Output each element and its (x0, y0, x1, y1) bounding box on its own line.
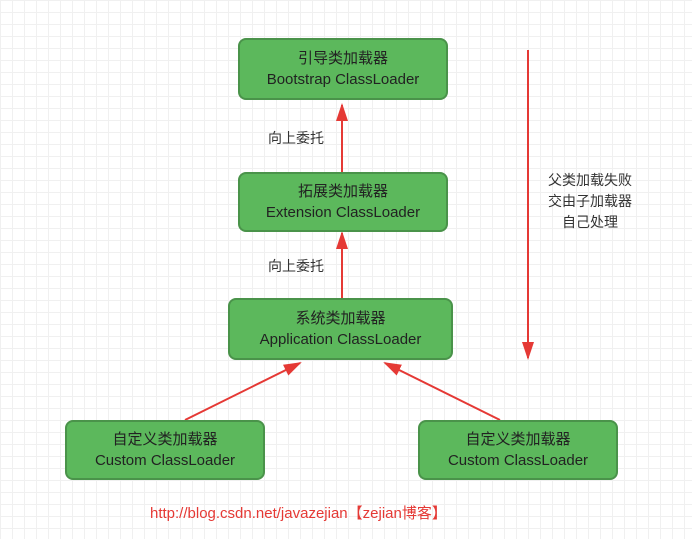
footer-blog: 【zejian博客】 (348, 505, 447, 522)
custom2-cn: 自定义类加载器 (465, 429, 570, 450)
side-note-l3: 自己处理 (548, 212, 632, 233)
bootstrap-cn: 引导类加载器 (298, 48, 388, 69)
application-cn: 系统类加载器 (295, 308, 385, 329)
custom2-box: 自定义类加载器 Custom ClassLoader (418, 420, 618, 480)
custom1-en: Custom ClassLoader (95, 450, 235, 471)
delegate-label-2: 向上委托 (268, 256, 324, 276)
bootstrap-box: 引导类加载器 Bootstrap ClassLoader (238, 38, 448, 100)
extension-cn: 拓展类加载器 (298, 181, 388, 202)
footer-url: http://blog.csdn.net/javazejian (150, 505, 348, 522)
custom1-box: 自定义类加载器 Custom ClassLoader (65, 420, 265, 480)
custom1-cn: 自定义类加载器 (112, 429, 217, 450)
delegate-label-1: 向上委托 (268, 128, 324, 148)
extension-box: 拓展类加载器 Extension ClassLoader (238, 172, 448, 232)
custom2-en: Custom ClassLoader (448, 450, 588, 471)
side-note-l1: 父类加载失败 (548, 170, 632, 191)
footer: http://blog.csdn.net/javazejian【zejian博客… (150, 502, 447, 523)
application-en: Application ClassLoader (260, 329, 422, 350)
extension-en: Extension ClassLoader (266, 202, 420, 223)
bootstrap-en: Bootstrap ClassLoader (267, 69, 420, 90)
side-note-l2: 交由子加载器 (548, 191, 632, 212)
application-box: 系统类加载器 Application ClassLoader (228, 298, 453, 360)
side-note: 父类加载失败 交由子加载器 自己处理 (548, 170, 632, 233)
